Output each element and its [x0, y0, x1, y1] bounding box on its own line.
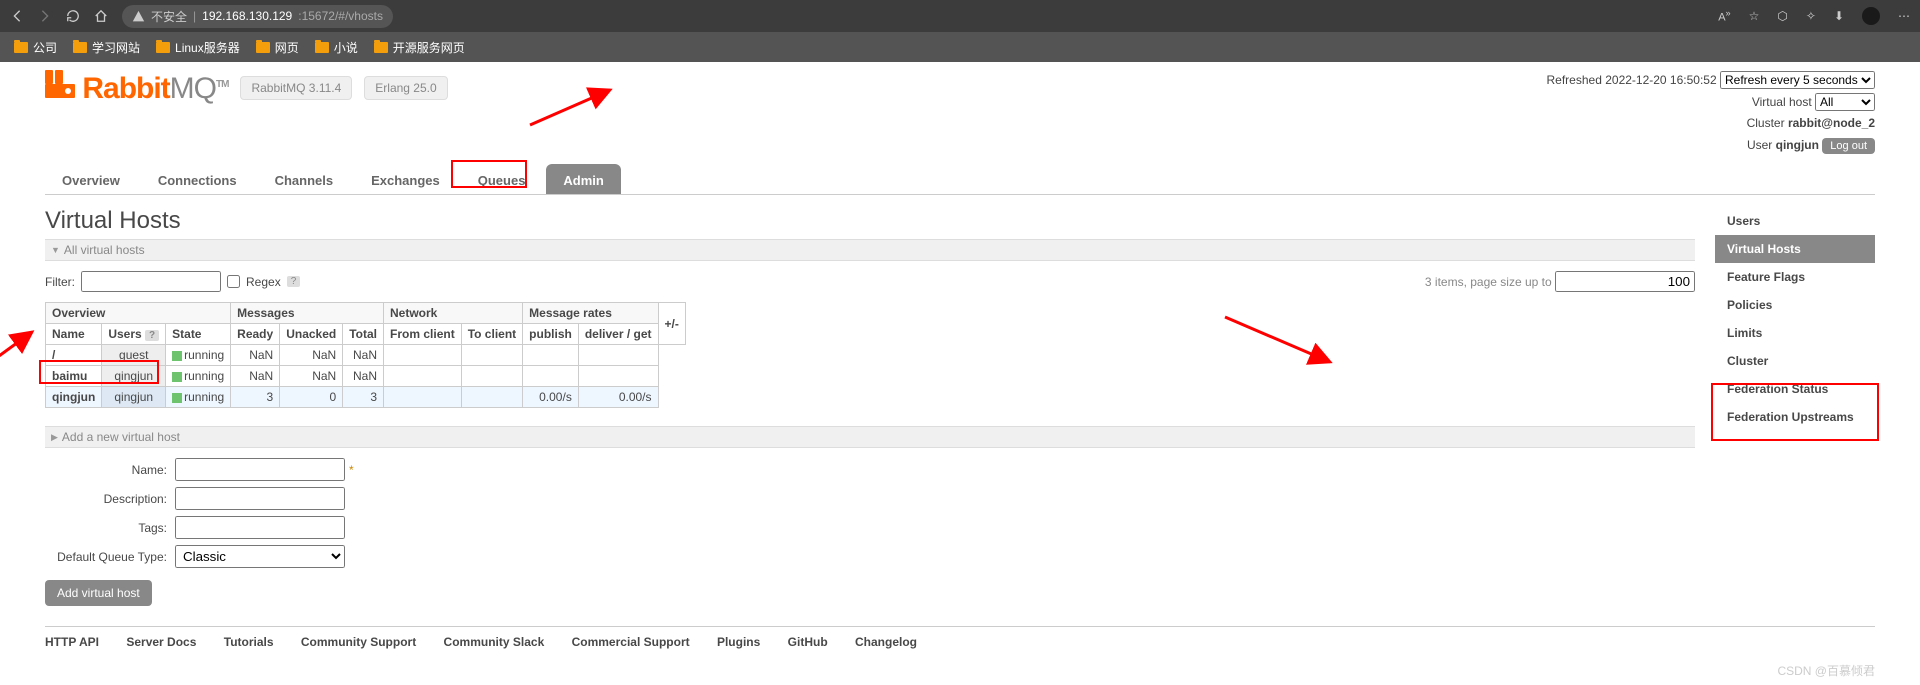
tab-admin[interactable]: Admin: [546, 164, 620, 194]
filter-label: Filter:: [45, 275, 75, 289]
sidebar-item-limits[interactable]: Limits: [1715, 319, 1875, 347]
refresh-select[interactable]: Refresh every 5 seconds: [1720, 71, 1875, 89]
bookmark-item[interactable]: 网页: [256, 39, 299, 56]
address-bar[interactable]: 不安全 | 192.168.130.129:15672/#/vhosts: [122, 5, 393, 28]
bookmark-item[interactable]: 公司: [14, 39, 57, 56]
footer: HTTP API Server Docs Tutorials Community…: [45, 626, 1875, 649]
download-icon[interactable]: ⬇: [1834, 9, 1844, 23]
home-icon[interactable]: [94, 9, 108, 23]
footer-link[interactable]: HTTP API: [45, 635, 99, 649]
folder-icon: [374, 42, 388, 53]
page-size-input[interactable]: [1555, 271, 1695, 292]
bookmark-item[interactable]: Linux服务器: [156, 39, 240, 56]
footer-link[interactable]: Changelog: [855, 635, 917, 649]
erlang-badge: Erlang 25.0: [364, 76, 447, 100]
tab-overview[interactable]: Overview: [45, 164, 137, 194]
help-icon[interactable]: ?: [145, 330, 159, 341]
footer-link[interactable]: Community Slack: [444, 635, 545, 649]
filter-input[interactable]: [81, 271, 221, 292]
folder-icon: [14, 42, 28, 53]
table-row[interactable]: baimu qingjun running NaNNaNNaN: [46, 366, 686, 387]
expand-icon: ▶: [51, 432, 58, 443]
main-nav: Overview Connections Channels Exchanges …: [45, 164, 1875, 195]
sidebar-item-policies[interactable]: Policies: [1715, 291, 1875, 319]
help-icon[interactable]: ?: [287, 276, 301, 287]
forward-icon[interactable]: [38, 9, 52, 23]
tab-exchanges[interactable]: Exchanges: [354, 164, 457, 194]
section-add-vhost[interactable]: ▶ Add a new virtual host: [45, 426, 1695, 448]
browser-toolbar: 不安全 | 192.168.130.129:15672/#/vhosts A» …: [0, 0, 1920, 32]
folder-icon: [156, 42, 170, 53]
footer-link[interactable]: GitHub: [788, 635, 828, 649]
footer-link[interactable]: Community Support: [301, 635, 416, 649]
url-host: 192.168.130.129: [202, 9, 292, 23]
folder-icon: [315, 42, 329, 53]
vhosts-table: Overview Messages Network Message rates …: [45, 302, 686, 408]
tab-connections[interactable]: Connections: [141, 164, 254, 194]
back-icon[interactable]: [10, 9, 24, 23]
security-label: 不安全: [151, 8, 187, 25]
bookmark-item[interactable]: 学习网站: [73, 39, 140, 56]
footer-link[interactable]: Server Docs: [126, 635, 196, 649]
folder-icon: [256, 42, 270, 53]
more-icon[interactable]: ⋯: [1898, 9, 1910, 23]
sidebar-item-federation-status[interactable]: Federation Status: [1715, 375, 1875, 403]
table-row[interactable]: qingjun qingjun running 303 0.00/s0.00/s: [46, 387, 686, 408]
footer-link[interactable]: Commercial Support: [572, 635, 690, 649]
tags-input[interactable]: [175, 516, 345, 539]
footer-link[interactable]: Plugins: [717, 635, 760, 649]
admin-sidebar: Users Virtual Hosts Feature Flags Polici…: [1715, 207, 1875, 606]
version-badge: RabbitMQ 3.11.4: [240, 76, 352, 100]
avatar[interactable]: [1862, 7, 1880, 25]
vhost-select[interactable]: All: [1815, 93, 1875, 111]
name-input[interactable]: [175, 458, 345, 481]
logo: RabbitMQTM: [45, 70, 228, 106]
folder-icon: [73, 42, 87, 53]
status-block: Refreshed 2022-12-20 16:50:52 Refresh ev…: [1547, 70, 1876, 156]
bookmark-item[interactable]: 小说: [315, 39, 358, 56]
text-size-icon[interactable]: A»: [1718, 8, 1730, 24]
collapse-icon: ▼: [51, 245, 60, 255]
page-title: Virtual Hosts: [45, 207, 1695, 235]
footer-link[interactable]: Tutorials: [224, 635, 274, 649]
sidebar-item-federation-upstreams[interactable]: Federation Upstreams: [1715, 403, 1875, 431]
table-row[interactable]: / guest running NaNNaNNaN: [46, 345, 686, 366]
queue-type-select[interactable]: Classic: [175, 545, 345, 568]
tab-queues[interactable]: Queues: [461, 164, 543, 194]
bookmark-item[interactable]: 开源服务网页: [374, 39, 465, 56]
description-input[interactable]: [175, 487, 345, 510]
sidebar-item-vhosts[interactable]: Virtual Hosts: [1715, 235, 1875, 263]
tab-channels[interactable]: Channels: [258, 164, 351, 194]
regex-checkbox[interactable]: [227, 275, 240, 288]
warning-icon: [132, 10, 145, 23]
sidebar-item-cluster[interactable]: Cluster: [1715, 347, 1875, 375]
add-vhost-button[interactable]: Add virtual host: [45, 580, 152, 606]
sidebar-item-feature-flags[interactable]: Feature Flags: [1715, 263, 1875, 291]
refresh-icon[interactable]: [66, 9, 80, 23]
watermark: CSDN @百慕倾君: [1777, 662, 1875, 679]
url-path: :15672/#/vhosts: [298, 9, 383, 23]
sidebar-item-users[interactable]: Users: [1715, 207, 1875, 235]
section-all-vhosts[interactable]: ▼ All virtual hosts: [45, 239, 1695, 261]
bookmarks-bar: 公司 学习网站 Linux服务器 网页 小说 开源服务网页: [0, 32, 1920, 62]
columns-toggle[interactable]: +/-: [658, 303, 685, 345]
extension-icon[interactable]: ⬡: [1777, 9, 1787, 23]
favorite-icon[interactable]: ☆: [1749, 9, 1760, 23]
collections-icon[interactable]: ✧: [1806, 9, 1816, 23]
logout-button[interactable]: Log out: [1822, 138, 1875, 154]
rabbitmq-icon: [45, 70, 75, 98]
